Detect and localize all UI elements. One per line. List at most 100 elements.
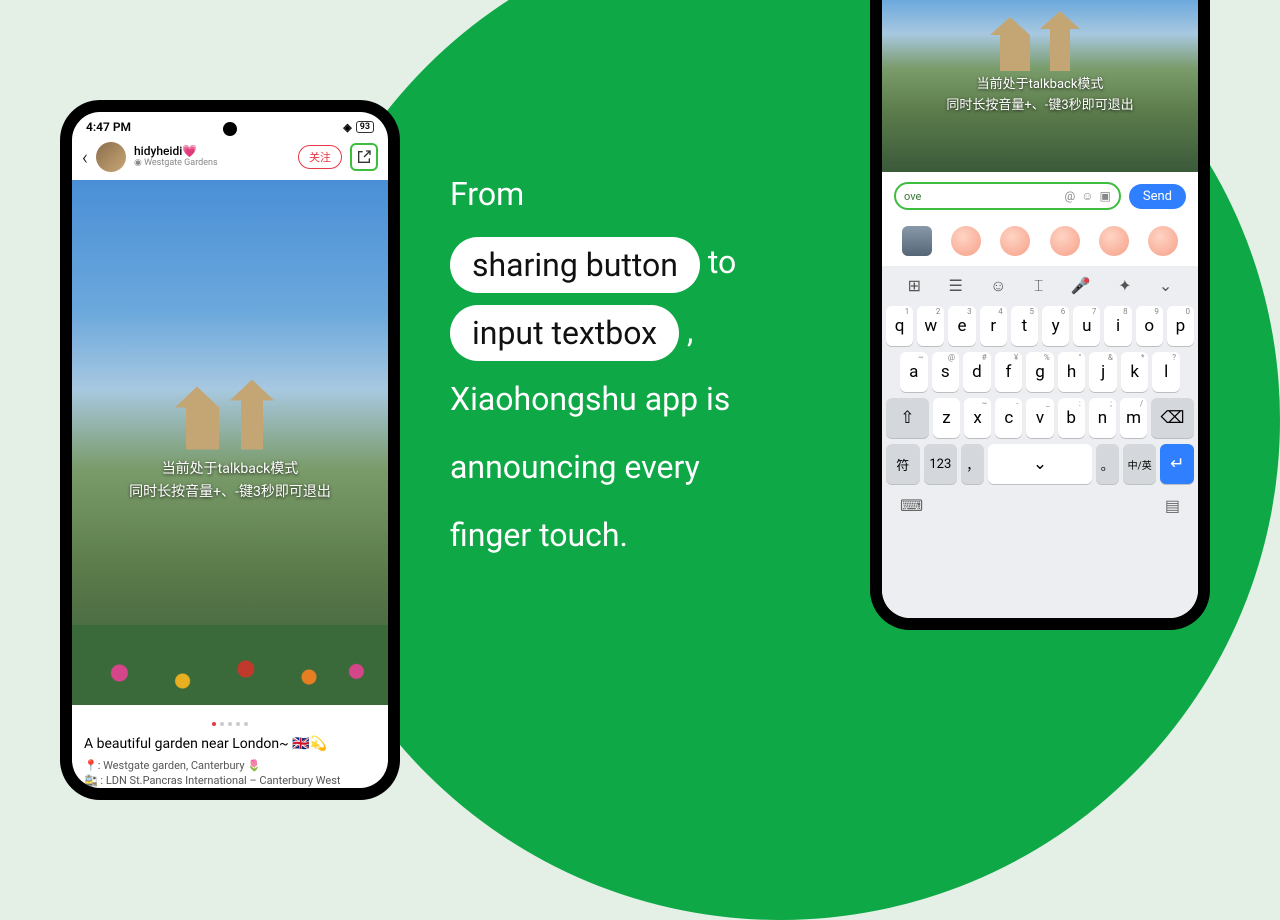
emoji-hearteyes[interactable] <box>1148 226 1178 256</box>
phone-left: 4:47 PM ◈ 93 ‹ hidyheidi💗 ◉ Westgate Gar… <box>60 100 400 800</box>
key-123[interactable]: 123 <box>924 444 958 484</box>
talkback-overlay: 当前处于talkback模式 同时长按音量+、-键3秒即可退出 <box>882 75 1198 117</box>
talkback-overlay: 当前处于talkback模式 同时长按音量+、-键3秒即可退出 <box>72 458 388 503</box>
key-q[interactable]: q1 <box>886 306 913 346</box>
key-a[interactable]: a~ <box>900 352 928 392</box>
pill-sharing-button: sharing button <box>450 237 700 293</box>
key-o[interactable]: o9 <box>1136 306 1163 346</box>
key-backspace[interactable]: ⌫ <box>1151 398 1194 438</box>
emoji-picker-icon[interactable]: ☺ <box>1081 189 1093 203</box>
key-symbols[interactable]: 符 <box>886 444 920 484</box>
status-time: 4:47 PM <box>86 120 131 134</box>
key-shift[interactable]: ⇧ <box>886 398 929 438</box>
key-h[interactable]: h" <box>1058 352 1086 392</box>
kb-magic-icon[interactable]: ✦ <box>1118 276 1131 296</box>
key-w[interactable]: w2 <box>917 306 944 346</box>
key-period[interactable]: 。 <box>1096 444 1119 484</box>
key-m[interactable]: m/ <box>1120 398 1147 438</box>
comment-input[interactable]: ove @ ☺ ▣ <box>894 182 1121 210</box>
keyboard-toolbar: ⊞ ☰ ☺ ⌶ 🎤 ✦ ⌄ <box>886 272 1194 300</box>
emoji-shy[interactable] <box>1099 226 1129 256</box>
key-n[interactable]: n; <box>1089 398 1116 438</box>
key-lang[interactable]: 中/英 <box>1123 444 1157 484</box>
kb-mic-icon[interactable]: 🎤 <box>1071 276 1091 296</box>
user-info[interactable]: hidyheidi💗 ◉ Westgate Gardens <box>134 145 290 168</box>
pill-input-textbox: input textbox <box>450 305 679 361</box>
kb-clipboard-icon[interactable]: ▤ <box>1165 496 1180 515</box>
key-c[interactable]: c- <box>995 398 1022 438</box>
key-x[interactable]: x~ <box>964 398 991 438</box>
key-space[interactable]: ⌄ <box>988 444 1091 484</box>
emoji-sob[interactable] <box>1050 226 1080 256</box>
keyboard: ⊞ ☰ ☺ ⌶ 🎤 ✦ ⌄ q1w2e3r4t5y6u7i8o9p0 a~s@d… <box>882 266 1198 618</box>
kb-cursor-icon[interactable]: ⌶ <box>1034 276 1044 296</box>
send-button[interactable]: Send <box>1129 184 1186 209</box>
key-z[interactable]: z <box>933 398 960 438</box>
screen-right: 当前处于talkback模式 同时长按音量+、-键3秒即可退出 ove @ ☺ … <box>882 0 1198 618</box>
kb-hide-icon[interactable]: ⌨ <box>900 496 923 515</box>
key-f[interactable]: f¥ <box>995 352 1023 392</box>
key-v[interactable]: v_ <box>1026 398 1053 438</box>
headline-comma: , <box>687 312 693 350</box>
post-meta: 📍: Westgate garden, Canterbury 🌷 <box>72 758 388 773</box>
image-house <box>175 380 285 450</box>
keyboard-row-3: ⇧ zx~c-v_b:n;m/ ⌫ <box>886 398 1194 438</box>
kb-collapse-icon[interactable]: ⌄ <box>1159 276 1172 296</box>
key-comma[interactable]: ， <box>961 444 984 484</box>
wifi-icon: ◈ <box>343 121 351 134</box>
key-r[interactable]: r4 <box>980 306 1007 346</box>
image-attach-icon[interactable]: ▣ <box>1100 189 1111 203</box>
key-enter[interactable]: ↵ <box>1160 444 1194 484</box>
screen-left: 4:47 PM ◈ 93 ‹ hidyheidi💗 ◉ Westgate Gar… <box>72 112 388 788</box>
key-l[interactable]: l? <box>1152 352 1180 392</box>
comment-bar: ove @ ☺ ▣ Send <box>882 172 1198 220</box>
key-p[interactable]: p0 <box>1167 306 1194 346</box>
image-house <box>990 11 1090 71</box>
key-i[interactable]: i8 <box>1104 306 1131 346</box>
key-j[interactable]: j& <box>1089 352 1117 392</box>
key-u[interactable]: u7 <box>1073 306 1100 346</box>
post-caption: A beautiful garden near London~ 🇬🇧💫 <box>72 736 388 758</box>
keyboard-row-2: a~s@d#f¥g%h"j&k*l? <box>886 352 1194 392</box>
battery-indicator: 93 <box>356 121 374 133</box>
kb-menu-icon[interactable]: ☰ <box>948 276 962 296</box>
location-label: ◉ Westgate Gardens <box>134 159 290 169</box>
share-button[interactable] <box>350 143 378 171</box>
emoji-kiss[interactable] <box>1000 226 1030 256</box>
headline-block: From sharing button to input textbox , X… <box>450 160 830 569</box>
emoji-crying[interactable] <box>951 226 981 256</box>
kb-emoji-icon[interactable]: ☺ <box>990 276 1006 296</box>
post-image[interactable]: 当前处于talkback模式 同时长按音量+、-键3秒即可退出 <box>72 180 388 705</box>
keyboard-footer: ⌨ ▤ <box>886 490 1194 515</box>
share-icon <box>356 149 372 165</box>
headline-word: to <box>708 243 736 281</box>
key-t[interactable]: t5 <box>1011 306 1038 346</box>
keyboard-row-4: 符 123 ， ⌄ 。 中/英 ↵ <box>886 444 1194 484</box>
image-flowers <box>72 625 388 705</box>
post-image-small[interactable]: 当前处于talkback模式 同时长按音量+、-键3秒即可退出 <box>882 0 1198 172</box>
emoji-suggestions <box>882 220 1198 266</box>
headline-line: Xiaohongshu app is <box>450 380 730 418</box>
back-icon[interactable]: ‹ <box>82 145 88 169</box>
camera-notch <box>223 122 237 136</box>
phone-right: 当前处于talkback模式 同时长按音量+、-键3秒即可退出 ove @ ☺ … <box>870 0 1210 630</box>
at-icon[interactable]: @ <box>1064 189 1075 203</box>
comment-input-value: ove <box>904 190 921 203</box>
follow-button[interactable]: 关注 <box>298 145 342 169</box>
keyboard-row-1: q1w2e3r4t5y6u7i8o9p0 <box>886 306 1194 346</box>
key-g[interactable]: g% <box>1026 352 1054 392</box>
avatar[interactable] <box>96 142 126 172</box>
post-meta: 🚉 : LDN St.Pancras International – Cante… <box>72 773 388 788</box>
key-d[interactable]: d# <box>963 352 991 392</box>
headline-line: announcing every <box>450 448 700 486</box>
kb-grid-icon[interactable]: ⊞ <box>908 276 921 296</box>
key-k[interactable]: k* <box>1121 352 1149 392</box>
key-y[interactable]: y6 <box>1042 306 1069 346</box>
key-b[interactable]: b: <box>1058 398 1085 438</box>
emoji-avatar[interactable] <box>902 226 932 256</box>
page-dots <box>72 705 388 736</box>
key-s[interactable]: s@ <box>932 352 960 392</box>
post-header: ‹ hidyheidi💗 ◉ Westgate Gardens 关注 <box>72 138 388 180</box>
headline-word: From <box>450 175 524 213</box>
key-e[interactable]: e3 <box>948 306 975 346</box>
